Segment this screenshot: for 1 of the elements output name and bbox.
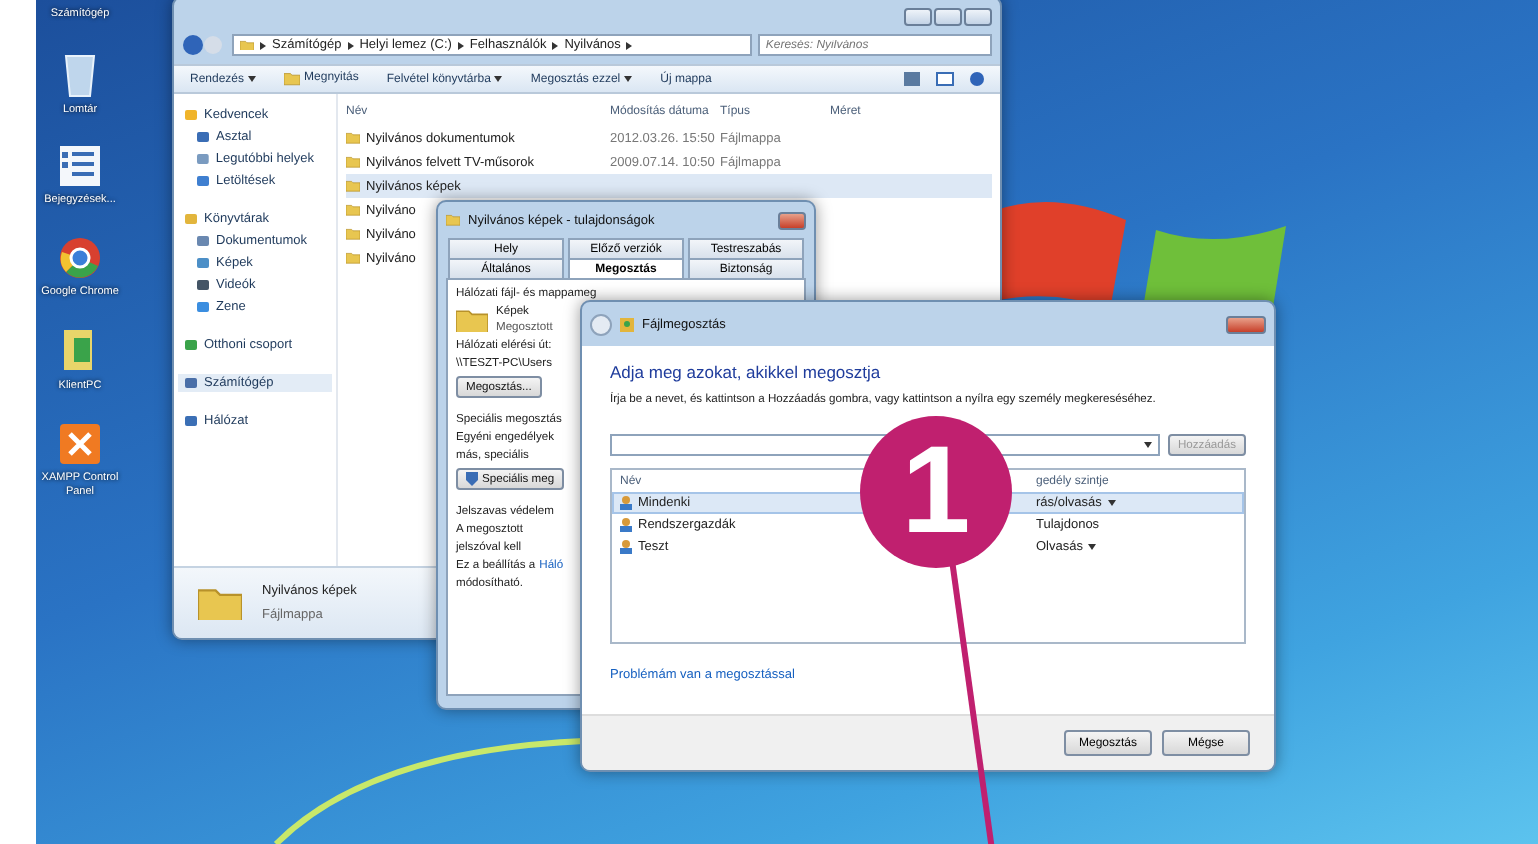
dialog-heading: Adja meg azokat, akikkel megosztja xyxy=(610,362,881,382)
